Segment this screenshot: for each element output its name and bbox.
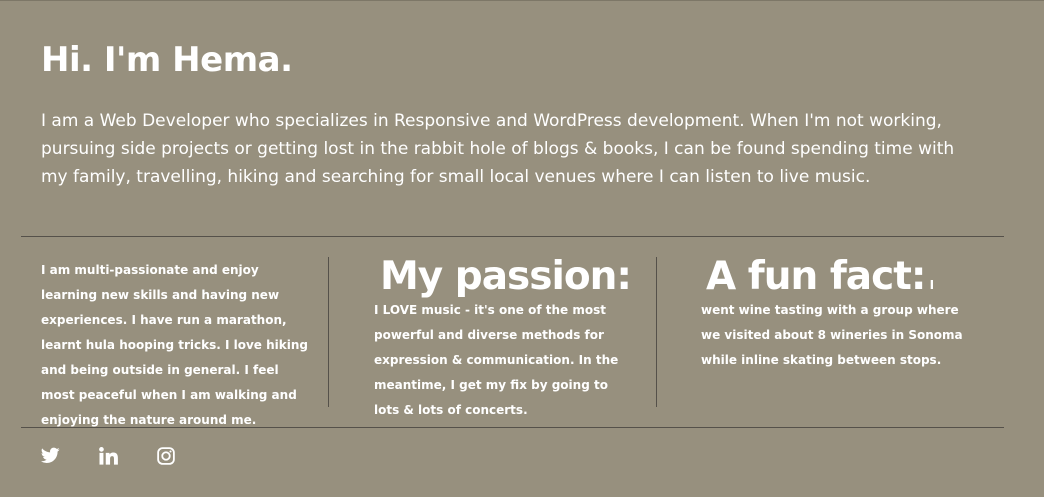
- divider-bottom: [21, 427, 1004, 428]
- passion-column: My passion: I LOVE music - it's one of t…: [374, 257, 636, 423]
- twitter-link[interactable]: [41, 447, 61, 469]
- twitter-icon: [41, 447, 60, 463]
- passion-text: I LOVE music - it's one of the most powe…: [374, 303, 619, 417]
- passion-heading: My passion:: [380, 254, 632, 299]
- about-column: I am multi-passionate and enjoy learning…: [41, 258, 313, 433]
- column-divider-2: [656, 257, 657, 407]
- column-divider-1: [328, 257, 329, 407]
- social-links: [41, 447, 215, 469]
- fun-fact-column: A fun fact: I went wine tasting with a g…: [701, 257, 963, 373]
- intro-text: I am a Web Developer who specializes in …: [41, 111, 955, 187]
- about-text: I am multi-passionate and enjoy learning…: [41, 263, 309, 427]
- instagram-link[interactable]: [157, 447, 177, 469]
- fun-fact-heading: A fun fact:: [706, 254, 926, 299]
- linkedin-icon: [99, 447, 118, 465]
- about-section: Hi. I'm Hema. I am a Web Developer who s…: [0, 0, 1044, 497]
- page-title: Hi. I'm Hema.: [41, 40, 293, 80]
- instagram-icon: [157, 447, 175, 465]
- divider-top: [21, 236, 1004, 237]
- intro: Hi. I'm Hema. I am a Web Developer who s…: [41, 37, 1001, 191]
- linkedin-link[interactable]: [99, 447, 119, 469]
